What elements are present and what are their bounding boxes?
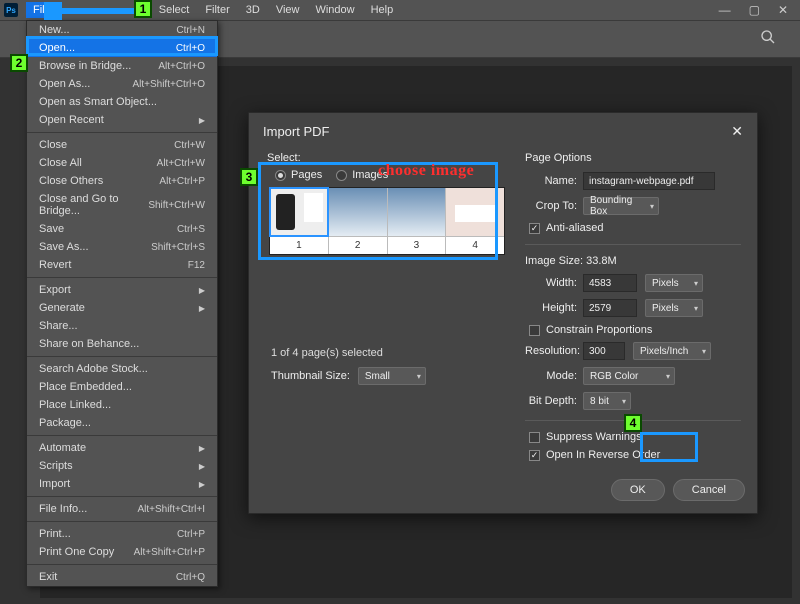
dialog-close-icon[interactable]: ✕ — [731, 123, 743, 140]
menu-item-search-adobe-stock[interactable]: Search Adobe Stock... — [27, 360, 217, 378]
menu-help[interactable]: Help — [364, 2, 401, 18]
callout-3: 3 — [240, 168, 258, 186]
name-field[interactable]: instagram-webpage.pdf — [583, 172, 715, 190]
height-unit-dropdown[interactable]: Pixels — [645, 299, 703, 317]
bitdepth-dropdown[interactable]: 8 bit — [583, 392, 631, 410]
callout-1: 1 — [134, 0, 152, 18]
menu-item-exit[interactable]: ExitCtrl+Q — [27, 568, 217, 586]
dialog-title: Import PDF — [263, 124, 329, 139]
menu-item-save-as[interactable]: Save As...Shift+Ctrl+S — [27, 238, 217, 256]
window-controls: — ▢ ✕ — [719, 3, 788, 17]
minimize-icon[interactable]: — — [719, 3, 731, 17]
menu-item-package[interactable]: Package... — [27, 414, 217, 432]
image-size-heading: Image Size: 33.8M — [525, 255, 741, 267]
menu-item-generate[interactable]: Generate▶ — [27, 299, 217, 317]
menu-item-file-info[interactable]: File Info...Alt+Shift+Ctrl+I — [27, 500, 217, 518]
menu-window[interactable]: Window — [308, 2, 361, 18]
menu-item-browse-in-bridge[interactable]: Browse in Bridge...Alt+Ctrl+O — [27, 57, 217, 75]
resolution-label: Resolution: — [525, 345, 583, 357]
mode-dropdown[interactable]: RGB Color — [583, 367, 675, 385]
height-field[interactable]: 2579 — [583, 299, 637, 317]
menu-item-share-on-behance[interactable]: Share on Behance... — [27, 335, 217, 353]
menu-filter[interactable]: Filter — [198, 2, 236, 18]
menu-item-automate[interactable]: Automate▶ — [27, 439, 217, 457]
search-icon[interactable] — [760, 29, 776, 50]
width-field[interactable]: 4583 — [583, 274, 637, 292]
mode-label: Mode: — [525, 370, 583, 382]
bitdepth-label: Bit Depth: — [525, 395, 583, 407]
width-label: Width: — [525, 277, 583, 289]
menu-item-print-one-copy[interactable]: Print One CopyAlt+Shift+Ctrl+P — [27, 543, 217, 561]
crop-dropdown[interactable]: Bounding Box — [583, 197, 659, 215]
crop-label: Crop To: — [525, 200, 583, 212]
menu-item-place-linked[interactable]: Place Linked... — [27, 396, 217, 414]
menu-item-print[interactable]: Print...Ctrl+P — [27, 525, 217, 543]
callout-4: 4 — [624, 414, 642, 432]
menu-item-close-all[interactable]: Close AllAlt+Ctrl+W — [27, 154, 217, 172]
close-icon[interactable]: ✕ — [778, 3, 788, 17]
menu-select[interactable]: Select — [152, 2, 197, 18]
menu-item-scripts[interactable]: Scripts▶ — [27, 457, 217, 475]
menu-item-open-recent[interactable]: Open Recent▶ — [27, 111, 217, 129]
outline-open — [26, 36, 218, 56]
resolution-unit-dropdown[interactable]: Pixels/Inch — [633, 342, 711, 360]
outline-ok — [640, 432, 698, 462]
menu-item-place-embedded[interactable]: Place Embedded... — [27, 378, 217, 396]
menu-item-save[interactable]: SaveCtrl+S — [27, 220, 217, 238]
menu-item-revert[interactable]: RevertF12 — [27, 256, 217, 274]
menu-item-close-others[interactable]: Close OthersAlt+Ctrl+P — [27, 172, 217, 190]
menu-view[interactable]: View — [269, 2, 307, 18]
menu-item-share[interactable]: Share... — [27, 317, 217, 335]
menu-item-open-as-smart-object[interactable]: Open as Smart Object... — [27, 93, 217, 111]
constrain-checkbox[interactable] — [529, 325, 540, 336]
arrow-to-file — [44, 2, 138, 20]
menu-item-close-and-go-to-bridge[interactable]: Close and Go to Bridge...Shift+Ctrl+W — [27, 190, 217, 220]
antialiased-label: Anti-aliased — [546, 222, 603, 234]
constrain-label: Constrain Proportions — [546, 324, 652, 336]
file-menu-dropdown: New...Ctrl+NOpen...Ctrl+OBrowse in Bridg… — [26, 20, 218, 587]
menu-item-close[interactable]: CloseCtrl+W — [27, 136, 217, 154]
height-label: Height: — [525, 302, 583, 314]
ok-button[interactable]: OK — [611, 479, 665, 501]
choose-image-label: choose image — [378, 162, 474, 180]
reverse-checkbox[interactable] — [529, 450, 540, 461]
app-logo: Ps — [4, 3, 18, 17]
antialiased-checkbox[interactable] — [529, 223, 540, 234]
maximize-icon[interactable]: ▢ — [749, 3, 760, 17]
menu-item-import[interactable]: Import▶ — [27, 475, 217, 493]
thumbnail-size-label: Thumbnail Size: — [271, 370, 350, 382]
name-label: Name: — [525, 175, 583, 187]
selection-status: 1 of 4 page(s) selected — [267, 347, 509, 359]
thumbnail-size-dropdown[interactable]: Small — [358, 367, 426, 385]
menu-3d[interactable]: 3D — [239, 2, 267, 18]
menu-item-export[interactable]: Export▶ — [27, 281, 217, 299]
suppress-checkbox[interactable] — [529, 432, 540, 443]
width-unit-dropdown[interactable]: Pixels — [645, 274, 703, 292]
callout-2: 2 — [10, 54, 28, 72]
menu-item-open-as[interactable]: Open As...Alt+Shift+Ctrl+O — [27, 75, 217, 93]
page-options-heading: Page Options — [525, 152, 741, 164]
suppress-label: Suppress Warnings — [546, 431, 642, 443]
cancel-button[interactable]: Cancel — [673, 479, 745, 501]
resolution-field[interactable]: 300 — [583, 342, 625, 360]
